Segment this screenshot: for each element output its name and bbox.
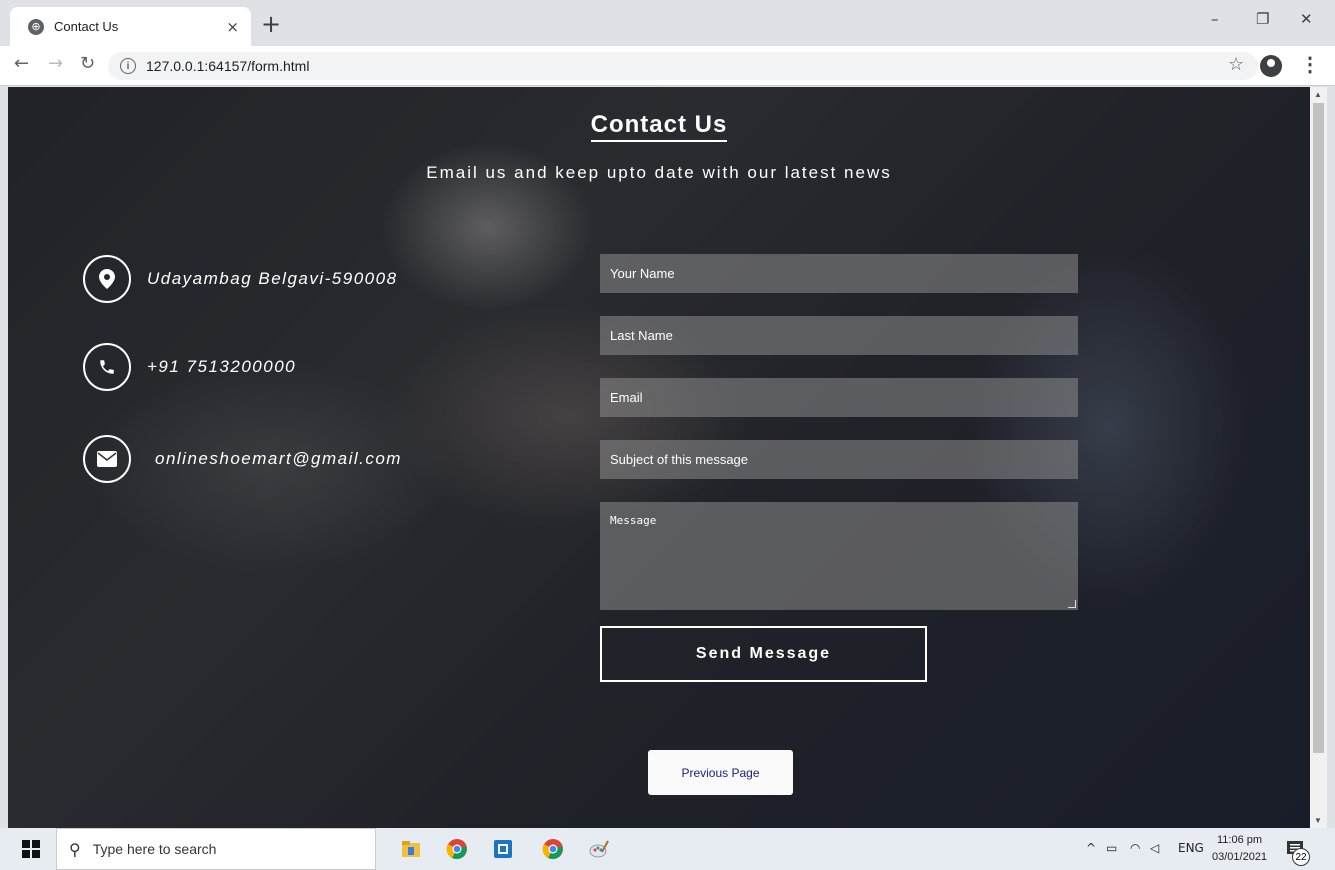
url-text[interactable]: 127.0.0.1:64157/form.html bbox=[146, 58, 309, 74]
email-field[interactable]: Email bbox=[600, 378, 1078, 417]
tab-close-icon[interactable]: × bbox=[226, 18, 239, 36]
scroll-up-icon[interactable]: ▲ bbox=[1314, 90, 1322, 99]
clock-date: 03/01/2021 bbox=[1212, 851, 1268, 863]
wifi-icon[interactable]: ◠ bbox=[1130, 841, 1140, 855]
address-row: Udayambag Belgavi-590008 bbox=[83, 255, 398, 303]
message-field[interactable]: Message bbox=[600, 502, 1078, 610]
phone-icon bbox=[83, 343, 131, 391]
battery-icon[interactable]: ▭ bbox=[1106, 841, 1117, 855]
taskbar: ⚲ Type here to search ^ ▭ ◠ ◁ ENG 11:06 … bbox=[0, 828, 1335, 870]
globe-icon: ⊕ bbox=[28, 18, 44, 35]
tab-title: Contact Us bbox=[54, 19, 119, 34]
chevron-up-icon[interactable]: ^ bbox=[1086, 841, 1096, 855]
restore-icon[interactable]: ❐ bbox=[1256, 10, 1269, 28]
address-text: Udayambag Belgavi-590008 bbox=[147, 269, 398, 288]
last-name-field[interactable]: Last Name bbox=[600, 316, 1078, 355]
notification-count-badge: 22 bbox=[1292, 848, 1310, 866]
first-name-field[interactable]: Your Name bbox=[600, 254, 1078, 293]
page-subtitle: Email us and keep upto date with our lat… bbox=[426, 163, 892, 182]
address-toolbar: ← → ↻ i 127.0.0.1:64157/form.html ☆ ⋮ bbox=[0, 46, 1335, 86]
taskbar-search[interactable]: ⚲ Type here to search bbox=[56, 828, 376, 870]
new-tab-button[interactable]: + bbox=[258, 12, 284, 38]
chrome-icon-2[interactable] bbox=[542, 838, 564, 860]
message-placeholder: Message bbox=[610, 514, 657, 527]
search-icon: ⚲ bbox=[69, 839, 81, 859]
email-row: onlineshoemart@gmail.com bbox=[83, 435, 402, 483]
subject-field[interactable]: Subject of this message bbox=[600, 440, 1078, 479]
editor-app-icon[interactable] bbox=[492, 838, 514, 860]
phone-row: +91 7513200000 bbox=[83, 343, 296, 391]
address-bar[interactable]: i 127.0.0.1:64157/form.html bbox=[108, 52, 1258, 80]
back-icon[interactable]: ← bbox=[14, 53, 29, 74]
clock-time: 11:06 pm bbox=[1217, 834, 1263, 846]
paint-icon[interactable] bbox=[588, 838, 610, 860]
phone-text: +91 7513200000 bbox=[147, 357, 297, 376]
windows-start-icon[interactable] bbox=[22, 840, 40, 858]
minimize-icon[interactable]: – bbox=[1211, 10, 1219, 28]
page-viewport: Contact Us Email us and keep upto date w… bbox=[8, 87, 1310, 828]
language-indicator[interactable]: ENG bbox=[1178, 841, 1204, 855]
browser-tabbar: ⊕ Contact Us × + – ❐ ✕ bbox=[0, 0, 1335, 46]
info-icon[interactable]: i bbox=[120, 58, 136, 74]
volume-icon[interactable]: ◁ bbox=[1150, 841, 1159, 855]
menu-dots-icon[interactable]: ⋮ bbox=[1300, 52, 1320, 77]
forward-icon[interactable]: → bbox=[48, 53, 63, 74]
bookmark-star-icon[interactable]: ☆ bbox=[1228, 54, 1244, 75]
scroll-thumb[interactable] bbox=[1313, 103, 1324, 753]
file-explorer-icon[interactable] bbox=[400, 838, 422, 860]
search-placeholder: Type here to search bbox=[92, 841, 217, 857]
send-message-button[interactable]: Send Message bbox=[600, 626, 927, 682]
resize-handle[interactable] bbox=[1068, 600, 1076, 608]
email-text: onlineshoemart@gmail.com bbox=[155, 449, 402, 468]
location-pin-icon bbox=[83, 255, 131, 303]
envelope-icon bbox=[83, 435, 131, 483]
page-scrollbar[interactable]: ▲ ▼ bbox=[1310, 87, 1327, 828]
reload-icon[interactable]: ↻ bbox=[80, 53, 95, 74]
chrome-icon[interactable] bbox=[446, 838, 468, 860]
browser-tab[interactable]: ⊕ Contact Us × bbox=[10, 7, 251, 46]
profile-icon[interactable] bbox=[1260, 55, 1282, 77]
clock[interactable]: 11:06 pm 03/01/2021 bbox=[1212, 832, 1267, 866]
close-window-icon[interactable]: ✕ bbox=[1300, 10, 1313, 28]
page-title: Contact Us bbox=[8, 111, 1310, 142]
previous-page-button[interactable]: Previous Page bbox=[648, 750, 793, 795]
scroll-down-icon[interactable]: ▼ bbox=[1314, 816, 1322, 825]
